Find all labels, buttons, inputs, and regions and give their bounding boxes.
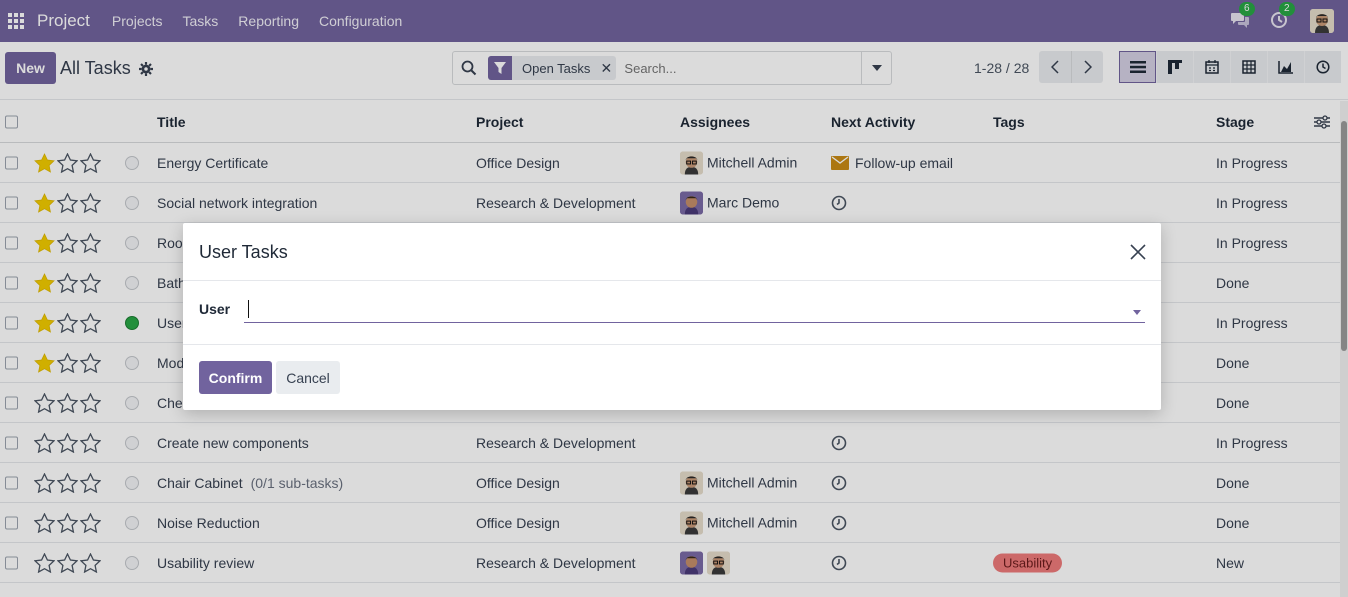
user-field-input[interactable] xyxy=(244,297,1145,323)
dialog-footer: Confirm Cancel xyxy=(183,345,1161,409)
dialog-header: User Tasks xyxy=(183,223,1161,281)
dialog-body: User xyxy=(183,281,1161,345)
user-field-label: User xyxy=(199,301,231,317)
cancel-button[interactable]: Cancel xyxy=(276,361,340,394)
dialog-title: User Tasks xyxy=(199,242,288,262)
confirm-button[interactable]: Confirm xyxy=(199,361,272,394)
dropdown-caret-icon[interactable] xyxy=(1133,310,1141,315)
user-tasks-dialog: User Tasks User Confirm Cancel xyxy=(183,223,1161,410)
text-cursor xyxy=(248,300,249,318)
close-icon[interactable] xyxy=(1129,243,1147,261)
